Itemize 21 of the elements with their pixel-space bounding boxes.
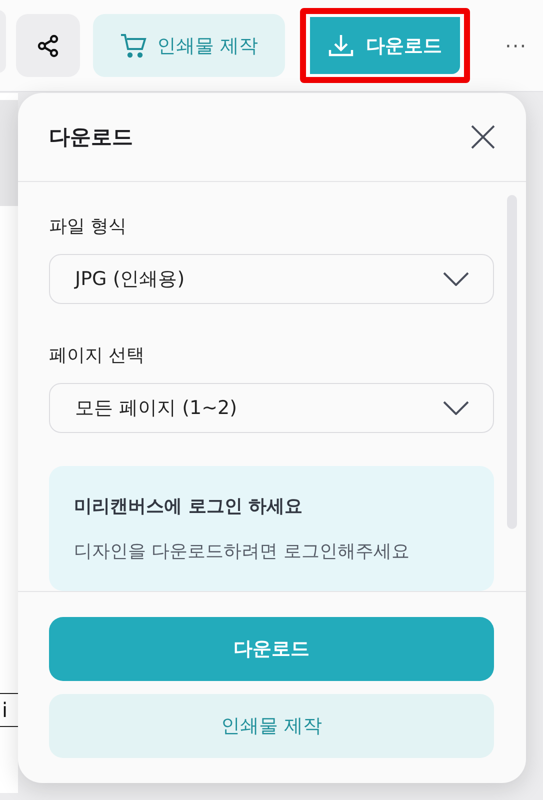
print-order-button[interactable]: 인쇄물 제작	[93, 14, 285, 77]
field-label: 페이지 선택	[49, 344, 146, 367]
download-icon	[328, 34, 354, 58]
download-button[interactable]: 다운로드	[49, 617, 494, 681]
share-icon	[36, 34, 60, 58]
download-button[interactable]: 다운로드	[310, 17, 460, 74]
print-order-button[interactable]: 인쇄물 제작	[49, 694, 494, 758]
more-button[interactable]: ···	[505, 34, 528, 58]
dropdown[interactable]: 모든 페이지 (1~2)	[49, 383, 494, 433]
dropdown[interactable]: JPG (인쇄용)	[49, 254, 494, 304]
share-button[interactable]	[16, 14, 80, 77]
notice-title: 미리캔버스에 로그인 하세요	[74, 495, 304, 518]
close-icon	[470, 124, 496, 150]
chevron-down-icon	[443, 272, 469, 286]
text-fragment: i	[0, 693, 19, 727]
cart-icon	[120, 32, 147, 58]
close-button[interactable]	[470, 124, 496, 150]
field-label: 파일 형식	[49, 215, 128, 238]
panel-title: 다운로드	[49, 124, 133, 151]
notice-text: 디자인을 다운로드하려면 로그인해주세요	[74, 540, 410, 563]
chevron-down-icon	[443, 401, 469, 415]
